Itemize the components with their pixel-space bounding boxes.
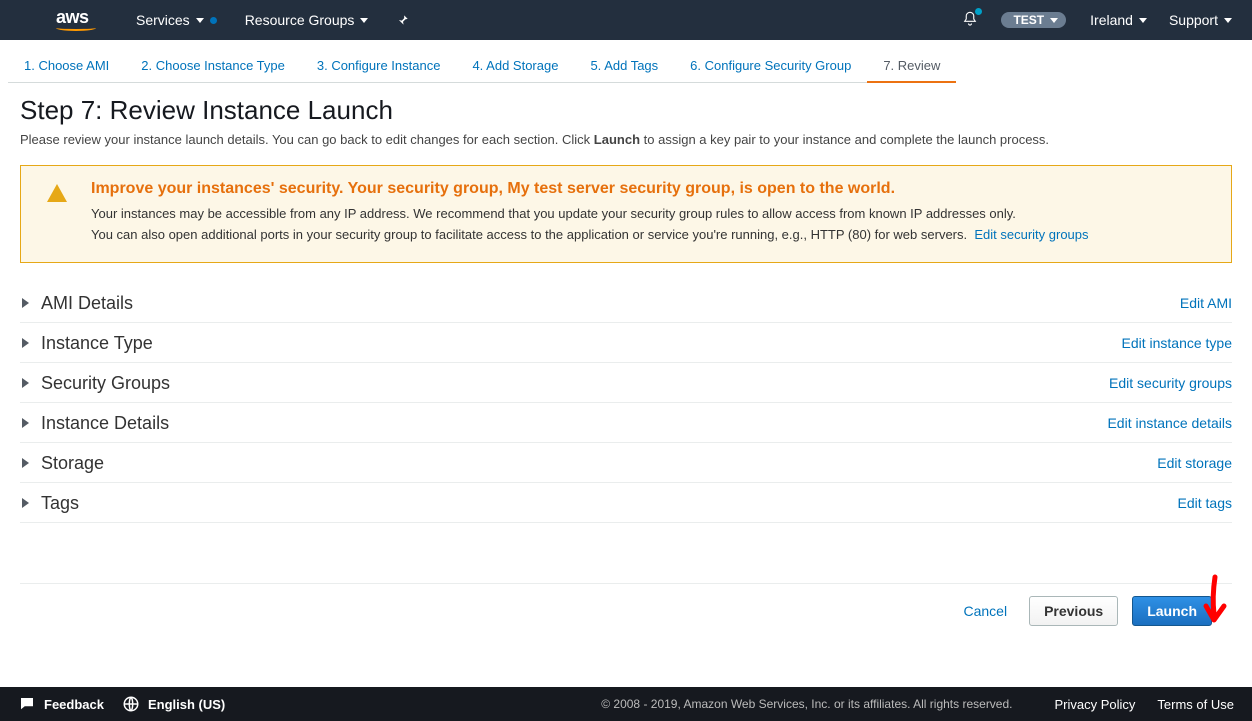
notification-dot-icon <box>975 8 982 15</box>
edit-instance-details-link[interactable]: Edit instance details <box>1107 415 1232 431</box>
caret-down-icon <box>360 18 368 23</box>
edit-security-groups-link[interactable]: Edit security groups <box>974 227 1088 242</box>
tab-choose-instance-type[interactable]: 2. Choose Instance Type <box>125 52 301 83</box>
expand-toggle-icon[interactable] <box>22 498 29 508</box>
tab-add-tags[interactable]: 5. Add Tags <box>574 52 674 83</box>
speech-bubble-icon <box>18 695 36 713</box>
globe-icon <box>122 695 140 713</box>
pin-button[interactable] <box>396 13 410 27</box>
caret-down-icon <box>1050 18 1058 23</box>
section-title: Storage <box>41 453 1157 474</box>
page-description: Please review your instance launch detai… <box>20 132 1232 147</box>
section-instance-details: Instance Details Edit instance details <box>20 403 1232 443</box>
expand-toggle-icon[interactable] <box>22 338 29 348</box>
section-title: AMI Details <box>41 293 1180 314</box>
aws-logo[interactable]: aws <box>56 7 96 34</box>
wizard-footer: Cancel Previous Launch <box>20 583 1232 626</box>
terms-of-use-link[interactable]: Terms of Use <box>1157 697 1234 712</box>
copyright-text: © 2008 - 2019, Amazon Web Services, Inc.… <box>601 697 1012 711</box>
support-label: Support <box>1169 12 1218 28</box>
section-storage: Storage Edit storage <box>20 443 1232 483</box>
support-menu[interactable]: Support <box>1169 12 1232 28</box>
services-label: Services <box>136 12 190 28</box>
feedback-button[interactable]: Feedback <box>18 695 104 713</box>
page-title: Step 7: Review Instance Launch <box>20 95 1232 126</box>
edit-ami-link[interactable]: Edit AMI <box>1180 295 1232 311</box>
section-instance-type: Instance Type Edit instance type <box>20 323 1232 363</box>
tab-configure-instance[interactable]: 3. Configure Instance <box>301 52 457 83</box>
section-title: Instance Type <box>41 333 1121 354</box>
previous-button[interactable]: Previous <box>1029 596 1118 626</box>
warning-icon <box>45 182 69 246</box>
resource-groups-menu[interactable]: Resource Groups <box>245 12 369 28</box>
privacy-policy-link[interactable]: Privacy Policy <box>1055 697 1136 712</box>
language-selector[interactable]: English (US) <box>122 695 225 713</box>
warning-line2: You can also open additional ports in yo… <box>91 227 967 242</box>
warning-line1: Your instances may be accessible from an… <box>91 206 1016 221</box>
security-warning-box: Improve your instances' security. Your s… <box>20 165 1232 263</box>
caret-down-icon <box>1139 18 1147 23</box>
aws-swoosh-icon <box>56 25 96 31</box>
section-title: Tags <box>41 493 1178 514</box>
section-ami-details: AMI Details Edit AMI <box>20 283 1232 323</box>
warning-title: Improve your instances' security. Your s… <box>91 180 1089 198</box>
caret-down-icon <box>196 18 204 23</box>
bottom-bar: Feedback English (US) © 2008 - 2019, Ama… <box>0 687 1252 721</box>
wizard-tabs: 1. Choose AMI 2. Choose Instance Type 3.… <box>0 40 1252 83</box>
top-nav: aws Services Resource Groups TEST Irelan… <box>0 0 1252 40</box>
region-menu[interactable]: Ireland <box>1090 12 1147 28</box>
section-title: Security Groups <box>41 373 1109 394</box>
expand-toggle-icon[interactable] <box>22 298 29 308</box>
edit-security-groups-link[interactable]: Edit security groups <box>1109 375 1232 391</box>
tab-review[interactable]: 7. Review <box>867 52 956 83</box>
page-content: Step 7: Review Instance Launch Please re… <box>0 83 1252 626</box>
section-tags: Tags Edit tags <box>20 483 1232 523</box>
tab-add-storage[interactable]: 4. Add Storage <box>456 52 574 83</box>
cancel-button[interactable]: Cancel <box>955 597 1015 625</box>
expand-toggle-icon[interactable] <box>22 458 29 468</box>
edit-tags-link[interactable]: Edit tags <box>1178 495 1232 511</box>
caret-down-icon <box>1224 18 1232 23</box>
launch-button[interactable]: Launch <box>1132 596 1212 626</box>
edit-instance-type-link[interactable]: Edit instance type <box>1121 335 1232 351</box>
expand-toggle-icon[interactable] <box>22 378 29 388</box>
account-label: TEST <box>1013 13 1044 27</box>
language-label: English (US) <box>148 697 225 712</box>
expand-toggle-icon[interactable] <box>22 418 29 428</box>
section-security-groups: Security Groups Edit security groups <box>20 363 1232 403</box>
tab-configure-security-group[interactable]: 6. Configure Security Group <box>674 52 867 83</box>
notification-dot-icon <box>210 17 217 24</box>
account-menu[interactable]: TEST <box>1001 12 1066 28</box>
resource-groups-label: Resource Groups <box>245 12 355 28</box>
tab-choose-ami[interactable]: 1. Choose AMI <box>8 52 125 83</box>
pin-icon <box>396 13 410 27</box>
feedback-label: Feedback <box>44 697 104 712</box>
region-label: Ireland <box>1090 12 1133 28</box>
edit-storage-link[interactable]: Edit storage <box>1157 455 1232 471</box>
notifications-button[interactable] <box>961 10 979 31</box>
services-menu[interactable]: Services <box>136 12 217 28</box>
section-title: Instance Details <box>41 413 1107 434</box>
